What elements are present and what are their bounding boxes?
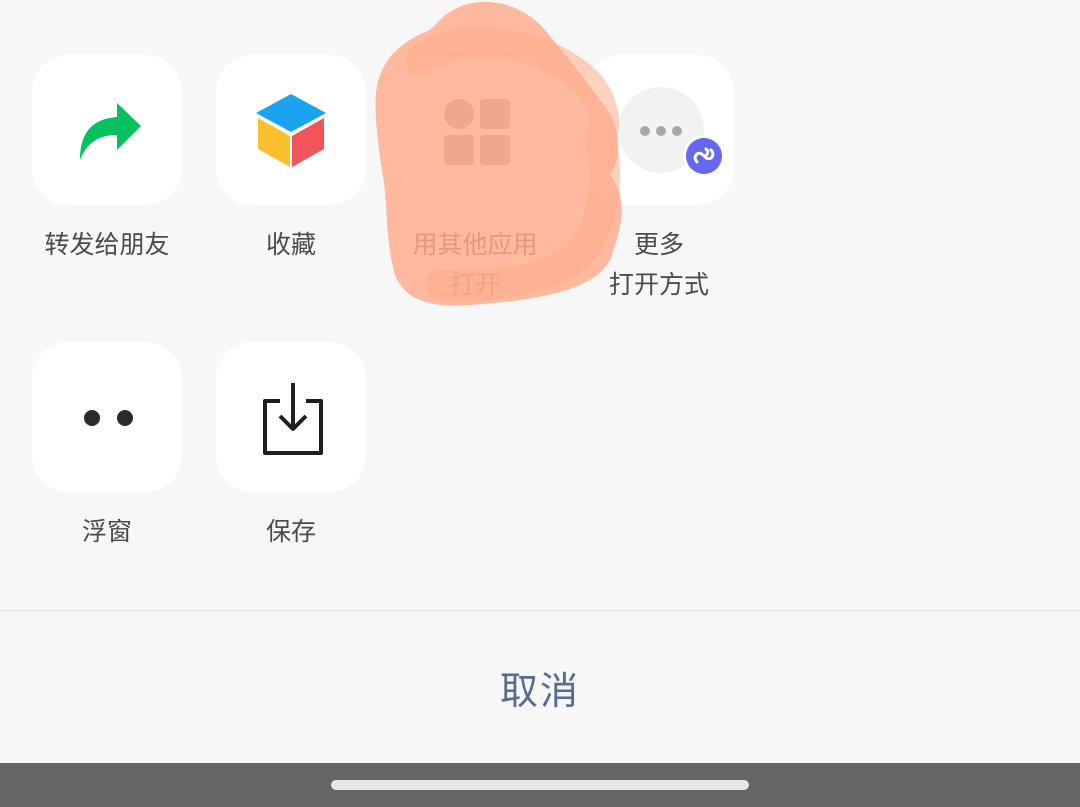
favorites-cube-icon	[256, 94, 326, 167]
home-indicator[interactable]	[331, 780, 749, 790]
system-navigation-bar	[0, 763, 1080, 807]
forward-label: 转发给朋友	[44, 230, 170, 259]
float-label: 浮窗	[81, 517, 132, 546]
more-open-options-action[interactable]: 更多 打开方式	[583, 55, 735, 305]
float-window-icon	[84, 410, 133, 426]
more-dots-icon	[618, 87, 725, 177]
more-open-label: 更多 打开方式	[608, 230, 709, 299]
float-window-action[interactable]: 浮窗	[31, 342, 183, 552]
favorite-action[interactable]: 收藏	[215, 55, 367, 265]
open-other-label: 用其他应用 打开	[412, 230, 538, 299]
save-action[interactable]: 保存	[215, 342, 367, 552]
forward-arrow-icon	[80, 103, 141, 160]
forward-tile[interactable]	[32, 55, 182, 205]
favorite-tile[interactable]	[216, 55, 366, 205]
share-sheet: 转发给朋友 收藏 用其他应用 打开 更多 打开方式 浮窗 保存 取消	[0, 0, 1080, 763]
apps-grid-icon	[444, 99, 510, 165]
cancel-button[interactable]: 取消	[0, 612, 1080, 763]
save-download-icon	[263, 383, 323, 455]
favorite-label: 收藏	[265, 230, 316, 259]
more-open-tile[interactable]	[584, 55, 734, 205]
open-with-other-app-action[interactable]: 用其他应用 打开	[399, 55, 551, 305]
float-tile[interactable]	[32, 342, 182, 492]
cancel-divider	[0, 610, 1080, 611]
mini-program-badge-icon	[683, 135, 725, 177]
open-other-tile[interactable]	[400, 55, 550, 205]
save-tile[interactable]	[216, 342, 366, 492]
save-label: 保存	[265, 517, 316, 546]
forward-to-friend-action[interactable]: 转发给朋友	[31, 55, 183, 265]
